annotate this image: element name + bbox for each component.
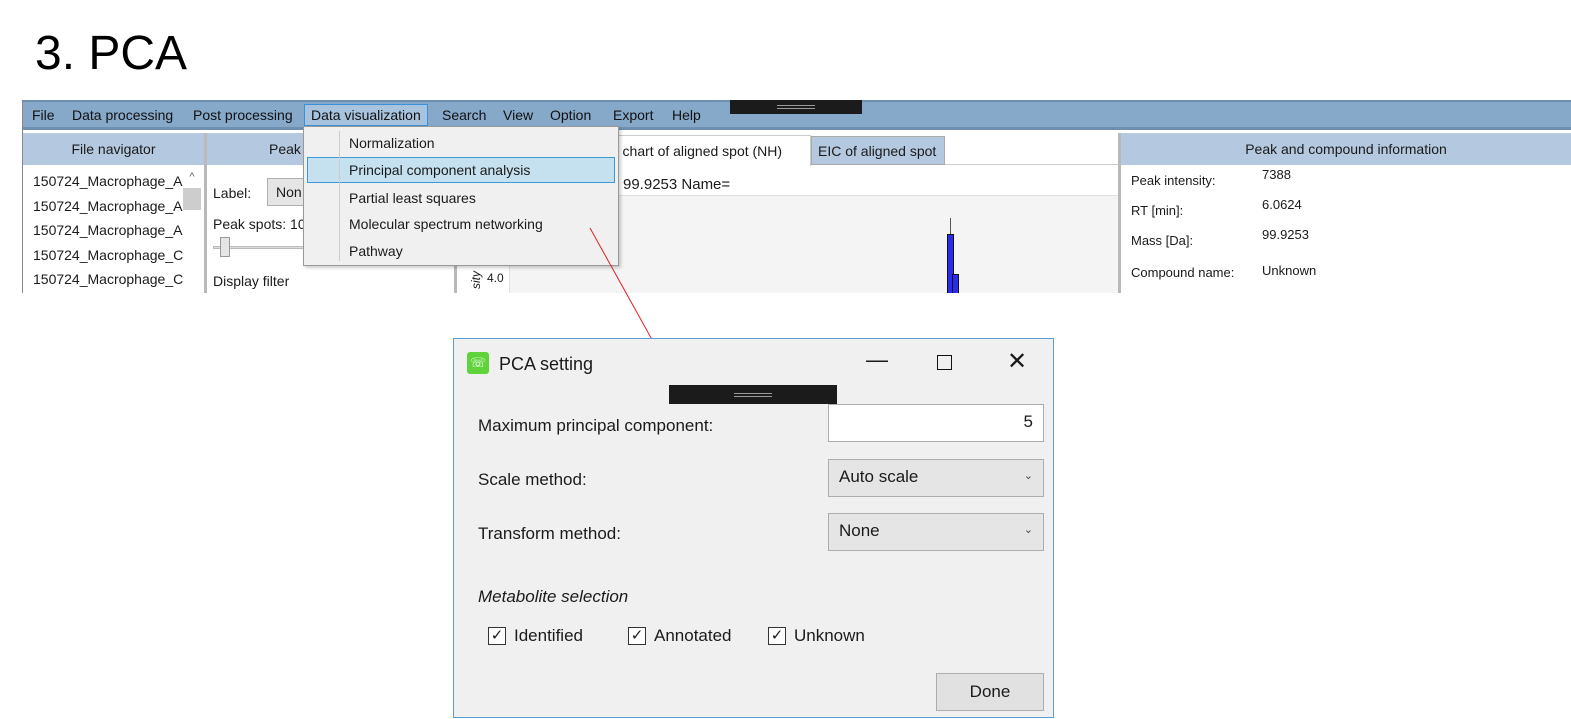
redaction-bar — [669, 385, 837, 404]
close-button[interactable]: ✕ — [1007, 347, 1027, 376]
checkbox-label: Unknown — [794, 626, 865, 645]
done-button[interactable]: Done — [936, 673, 1044, 711]
checkbox-label: Identified — [514, 626, 583, 645]
app-icon: ☏ — [467, 352, 489, 374]
scale-method-select[interactable]: Auto scale ⌄ — [828, 459, 1044, 497]
minimize-button[interactable]: — — [866, 347, 888, 373]
pca-setting-dialog: ☏ PCA setting — ✕ Maximum principal comp… — [453, 338, 1054, 718]
scale-method-label: Scale method: — [478, 470, 587, 489]
metabolite-selection-label: Metabolite selection — [478, 587, 629, 606]
transform-method-value: None — [839, 521, 880, 540]
maximize-button[interactable] — [937, 355, 952, 370]
check-icon: ✓ — [768, 627, 786, 645]
identified-checkbox[interactable]: ✓ Identified — [488, 626, 583, 646]
unknown-checkbox[interactable]: ✓ Unknown — [768, 626, 865, 646]
scale-method-value: Auto scale — [839, 467, 919, 486]
annotated-checkbox[interactable]: ✓ Annotated — [628, 626, 732, 646]
chevron-down-icon: ⌄ — [1023, 524, 1033, 536]
check-icon: ✓ — [488, 627, 506, 645]
checkbox-label: Annotated — [654, 626, 732, 645]
transform-method-select[interactable]: None ⌄ — [828, 513, 1044, 551]
transform-method-label: Transform method: — [478, 524, 621, 543]
check-icon: ✓ — [628, 627, 646, 645]
max-pc-label: Maximum principal component: — [478, 416, 714, 435]
dialog-title: PCA setting — [499, 354, 594, 374]
chevron-down-icon: ⌄ — [1023, 470, 1033, 482]
max-pc-input[interactable]: 5 — [828, 404, 1044, 442]
